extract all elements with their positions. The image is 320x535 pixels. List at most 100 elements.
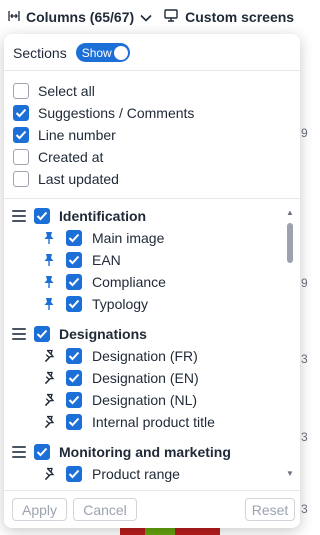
checkmark-icon (36, 447, 48, 457)
checkmark-icon (15, 108, 27, 118)
option-last-updated[interactable]: Last updated (13, 168, 194, 190)
background-product-image (120, 528, 220, 535)
column-label: EAN (92, 252, 121, 268)
checkmark-icon (68, 395, 80, 405)
pin-outline-icon[interactable] (42, 414, 56, 430)
reset-button[interactable]: Reset (245, 498, 295, 521)
drag-handle-icon[interactable] (12, 210, 26, 222)
scroll-up-arrow-icon[interactable]: ▲ (286, 209, 294, 217)
checkbox[interactable] (66, 348, 82, 364)
background-cell-text: 3 (301, 352, 308, 366)
checkmark-icon (68, 299, 80, 309)
background-cell-text: 9 (301, 126, 308, 140)
checkbox[interactable] (13, 149, 29, 165)
column-label: Designation (EN) (92, 370, 199, 386)
checkmark-icon (68, 255, 80, 265)
pin-filled-icon[interactable] (42, 274, 56, 290)
column-item-designation-en[interactable]: Designation (EN) (42, 370, 199, 386)
option-label: Select all (38, 83, 95, 99)
checkbox[interactable] (13, 171, 29, 187)
option-label: Last updated (38, 171, 119, 187)
group-title: Designations (59, 326, 147, 342)
pin-outline-icon[interactable] (42, 348, 56, 364)
checkmark-icon (68, 373, 80, 383)
divider (4, 70, 300, 71)
column-label: Compliance (92, 274, 166, 290)
apply-button[interactable]: Apply (12, 498, 67, 521)
column-label: Designation (FR) (92, 348, 198, 364)
pin-filled-icon[interactable] (42, 230, 56, 246)
column-label: Internal product title (92, 414, 215, 430)
columns-icon (8, 9, 20, 25)
checkbox[interactable] (66, 414, 82, 430)
checkbox[interactable] (13, 127, 29, 143)
column-item-product-range[interactable]: Product range (42, 466, 180, 482)
column-item-designation-nl[interactable]: Designation (NL) (42, 392, 197, 408)
column-item-compliance[interactable]: Compliance (42, 274, 166, 290)
group-header-identification[interactable]: Identification (12, 208, 146, 224)
sections-toggle[interactable]: Show (75, 43, 130, 62)
option-line-number[interactable]: Line number (13, 124, 194, 146)
scroll-down-arrow-icon[interactable]: ▼ (286, 470, 294, 478)
pin-outline-icon[interactable] (42, 466, 56, 482)
checkbox[interactable] (13, 83, 29, 99)
checkmark-icon (68, 277, 80, 287)
pin-outline-icon[interactable] (42, 392, 56, 408)
divider (4, 198, 300, 199)
group-title: Monitoring and marketing (59, 444, 231, 460)
columns-popup: Sections Show Select all Suggestions / C… (4, 34, 300, 528)
column-groups-list[interactable]: Identification Main image EAN Compliance… (4, 206, 300, 482)
column-item-typology[interactable]: Typology (42, 296, 148, 312)
option-created-at[interactable]: Created at (13, 146, 194, 168)
background-cell-text: 3 (301, 502, 308, 516)
checkmark-icon (36, 329, 48, 339)
option-label: Line number (38, 127, 116, 143)
popup-footer: Apply Cancel Reset (4, 490, 300, 528)
custom-screens-label: Custom screens (185, 9, 295, 25)
checkbox[interactable] (34, 444, 50, 460)
pin-filled-icon[interactable] (42, 252, 56, 268)
scrollbar-thumb[interactable] (287, 223, 293, 263)
pin-outline-icon[interactable] (42, 370, 56, 386)
checkbox[interactable] (66, 370, 82, 386)
group-header-designations[interactable]: Designations (12, 326, 147, 342)
drag-handle-icon[interactable] (12, 446, 26, 458)
chevron-down-icon (140, 9, 152, 25)
checkbox[interactable] (66, 252, 82, 268)
sections-toggle-label: Show (81, 45, 112, 60)
checkbox[interactable] (13, 105, 29, 121)
checkmark-icon (68, 469, 80, 479)
options-list: Select all Suggestions / Comments Line n… (13, 80, 194, 190)
checkbox[interactable] (66, 296, 82, 312)
column-item-internal-product-title[interactable]: Internal product title (42, 414, 215, 430)
sections-label: Sections (13, 44, 67, 61)
scrollbar[interactable]: ▲ ▼ (284, 206, 296, 482)
checkbox[interactable] (34, 326, 50, 342)
column-item-designation-fr[interactable]: Designation (FR) (42, 348, 198, 364)
option-select-all[interactable]: Select all (13, 80, 194, 102)
checkbox[interactable] (66, 274, 82, 290)
option-label: Created at (38, 149, 104, 165)
pin-filled-icon[interactable] (42, 296, 56, 312)
checkmark-icon (68, 417, 80, 427)
checkbox[interactable] (66, 466, 82, 482)
background-cell-text: 3 (301, 430, 308, 444)
custom-screens-button[interactable]: Custom screens (164, 0, 294, 34)
column-label: Product range (92, 466, 180, 482)
group-header-monitoring-marketing[interactable]: Monitoring and marketing (12, 444, 231, 460)
checkmark-icon (68, 233, 80, 243)
column-item-ean[interactable]: EAN (42, 252, 121, 268)
option-suggestions-comments[interactable]: Suggestions / Comments (13, 102, 194, 124)
sections-row: Sections Show (13, 43, 130, 62)
drag-handle-icon[interactable] (12, 328, 26, 340)
group-title: Identification (59, 208, 147, 224)
option-label: Suggestions / Comments (38, 105, 195, 121)
checkbox[interactable] (66, 392, 82, 408)
column-item-main-image[interactable]: Main image (42, 230, 164, 246)
checkmark-icon (15, 130, 27, 140)
checkbox[interactable] (66, 230, 82, 246)
column-label: Main image (92, 230, 165, 246)
checkbox[interactable] (34, 208, 50, 224)
columns-button[interactable]: Columns (65/67) (0, 0, 152, 34)
cancel-button[interactable]: Cancel (73, 498, 137, 521)
